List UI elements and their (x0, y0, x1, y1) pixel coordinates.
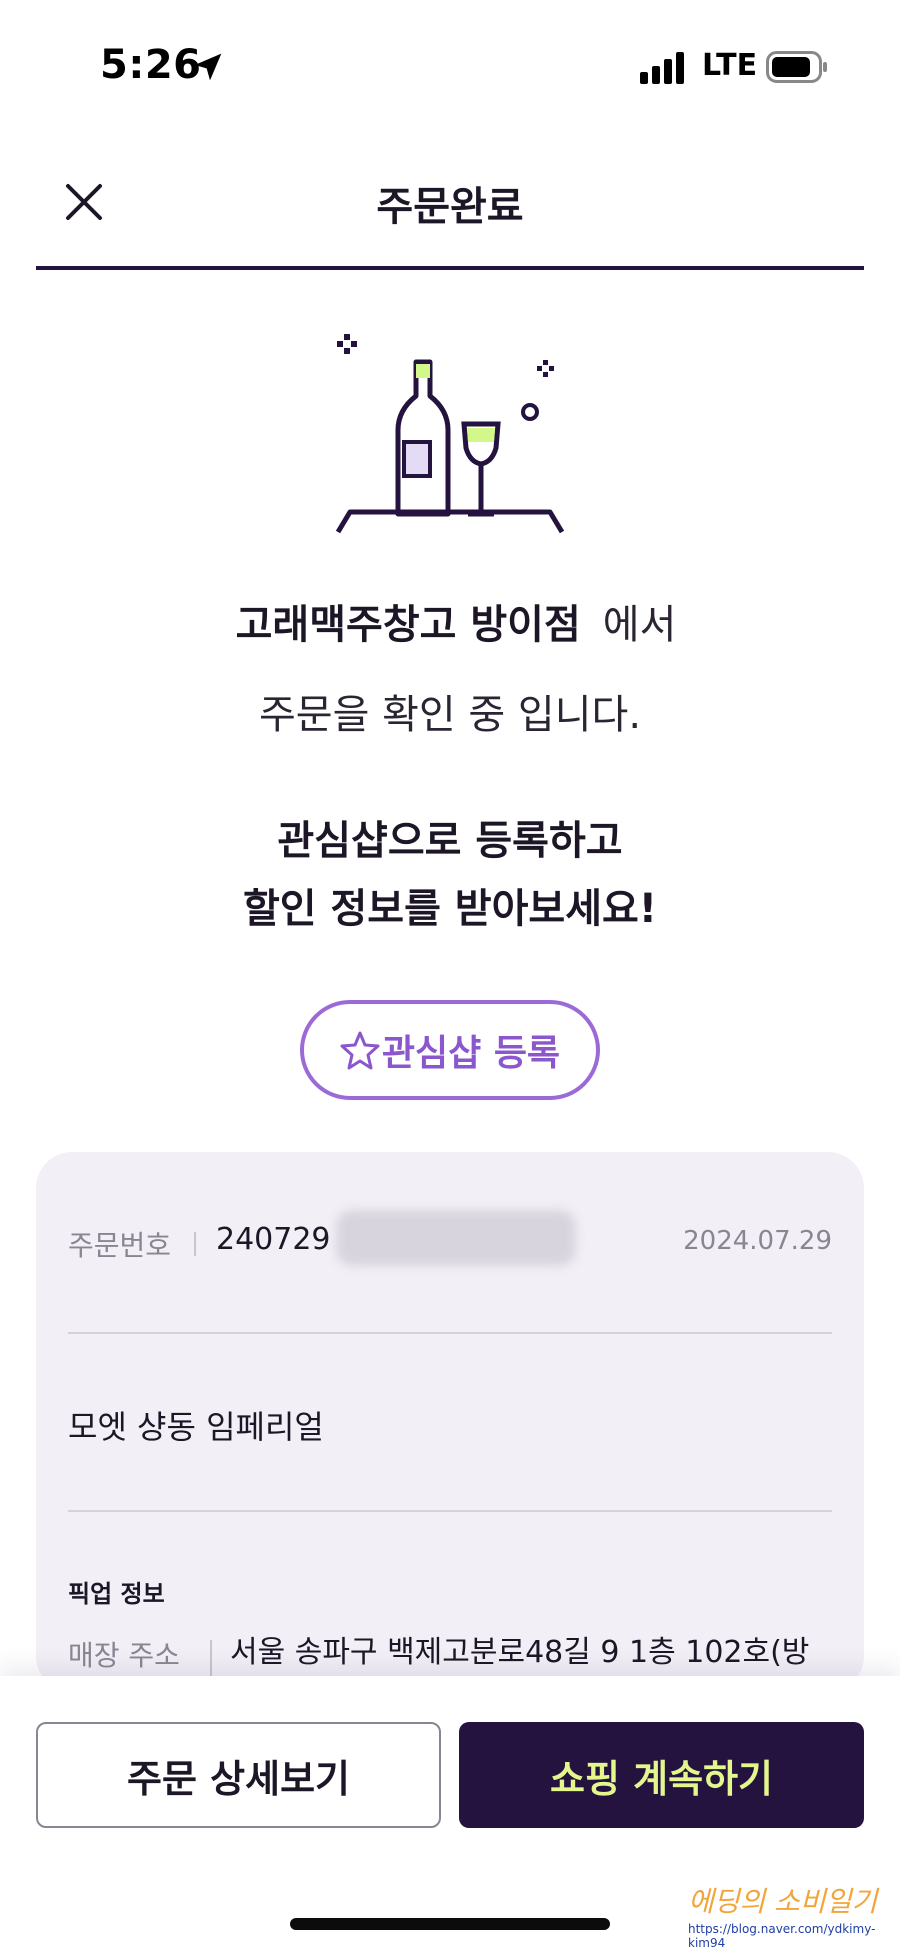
separator (210, 1640, 212, 1680)
watermark-url: https://blog.naver.com/ydkimy-kim94 (688, 1922, 876, 1950)
separator (194, 1232, 196, 1256)
wine-celebration-icon (335, 334, 565, 534)
favorite-shop-label: 관심샵 등록 (381, 1033, 561, 1074)
status-time: 5:26 (100, 42, 202, 88)
order-number: 240729 (216, 1222, 331, 1257)
favorite-shop-button[interactable]: 관심샵 등록 (300, 1000, 600, 1100)
battery-icon (766, 51, 827, 83)
continue-shopping-button[interactable]: 쇼핑 계속하기 (459, 1722, 864, 1828)
header-divider (36, 266, 864, 270)
divider (68, 1332, 832, 1334)
promo-line-2: 할인 정보를 받아보세요! (242, 886, 658, 932)
order-number-label: 주문번호 (68, 1229, 172, 1262)
confirm-message: 주문을 확인 중 입니다. (258, 692, 642, 738)
product-name: 모엣 샹동 임페리얼 (68, 1408, 324, 1446)
network-label: LTE (702, 48, 758, 83)
order-detail-button[interactable]: 주문 상세보기 (36, 1722, 441, 1828)
home-indicator[interactable] (290, 1918, 610, 1930)
location-arrow-icon (194, 53, 222, 81)
redacted-order-number (336, 1210, 576, 1266)
shop-name[interactable]: 고래맥주창고 방이점 (223, 592, 593, 654)
page-title: 주문완료 (376, 184, 524, 230)
store-address-label: 매장 주소 (68, 1639, 180, 1672)
divider (68, 1510, 832, 1512)
shop-suffix: 에서 (602, 602, 677, 648)
shop-message: 고래맥주창고 방이점 에서 (0, 592, 900, 654)
order-summary-card: 주문번호 240729 2024.07.29 모엣 샹동 임페리얼 픽업 정보 … (36, 1152, 864, 1712)
watermark-title: 에딩의 소비일기 (688, 1885, 878, 1918)
promo-line-1: 관심샵으로 등록하고 (277, 818, 623, 864)
order-date: 2024.07.29 (683, 1226, 832, 1256)
star-icon (340, 1031, 380, 1070)
header: 주문완료 (0, 150, 900, 270)
pickup-info-title: 픽업 정보 (68, 1580, 165, 1608)
cellular-signal-icon (640, 52, 684, 84)
status-bar: 5:26 LTE (0, 0, 900, 130)
